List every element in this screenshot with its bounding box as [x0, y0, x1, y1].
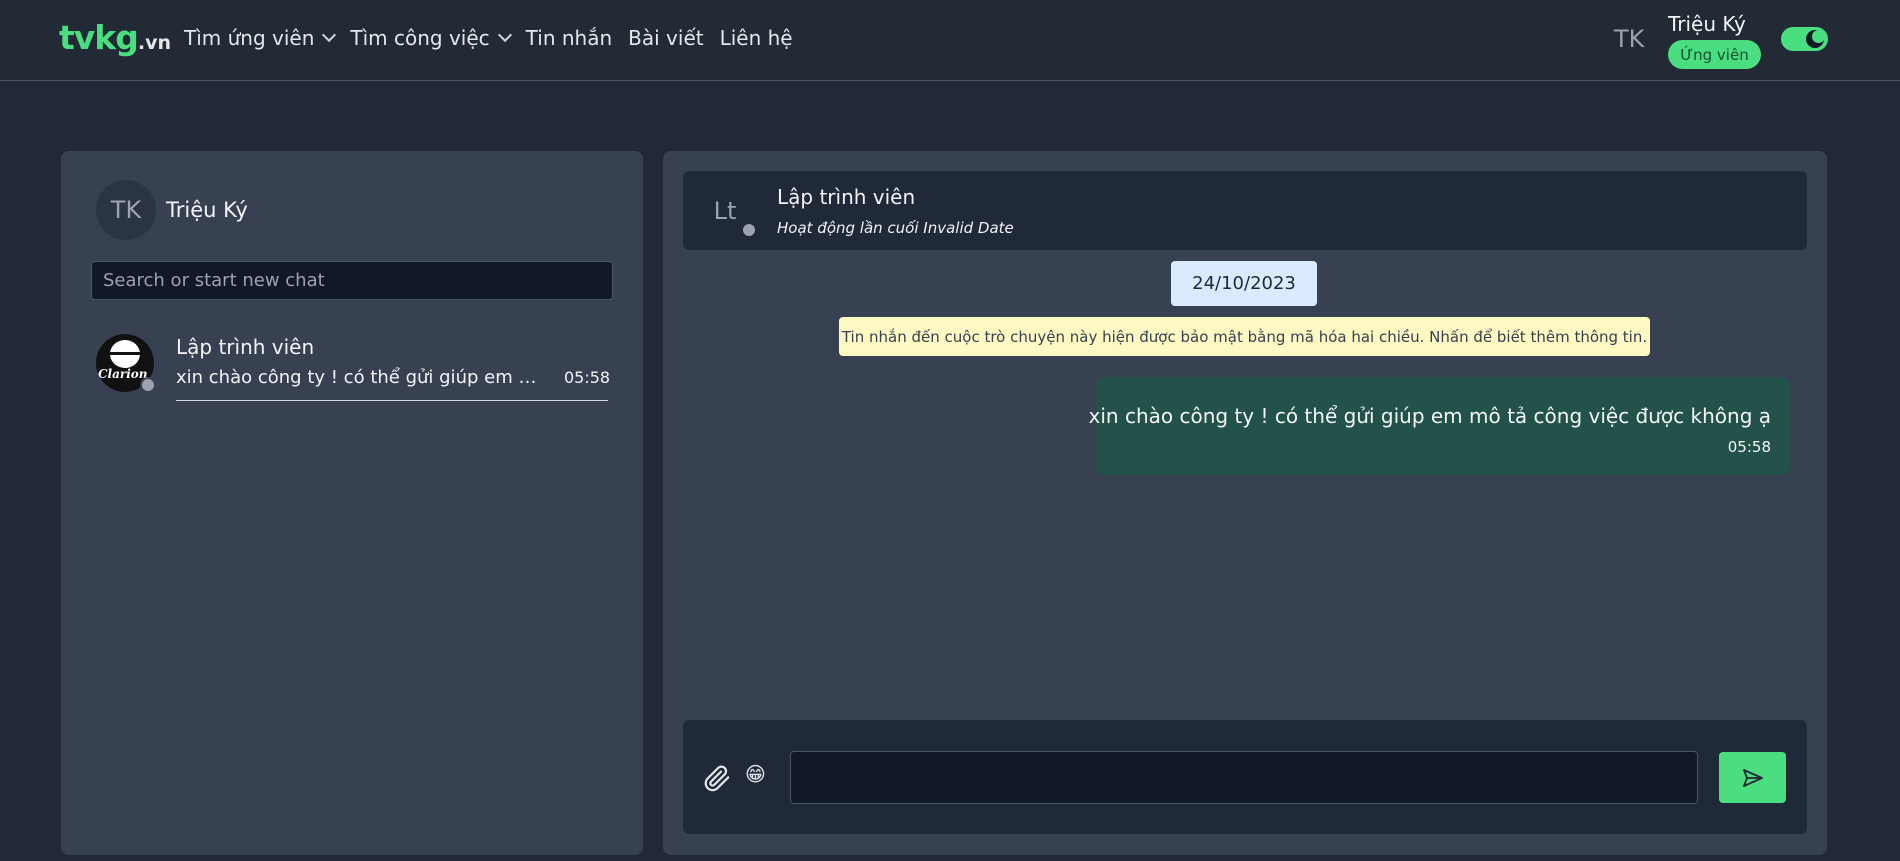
logo-tld: .vn [137, 32, 171, 54]
search-input[interactable] [91, 261, 613, 300]
offline-status-dot [741, 222, 757, 238]
chevron-down-icon [322, 27, 337, 43]
avatar-logo-text: Clarion [98, 367, 148, 381]
message-text: xin chào công ty ! có thể gửi giúp em mô… [1088, 404, 1771, 428]
nav-label: Tin nhắn [525, 26, 613, 50]
my-name: Triệu Ký [166, 198, 248, 222]
conversation-sidebar: TK Triệu Ký Clarion Lập trình viên xin c… [61, 151, 643, 855]
nav-contact[interactable]: Liên hệ [720, 26, 793, 50]
nav-label: Tìm ứng viên [184, 26, 315, 50]
user-role-badge: Ứng viên [1668, 40, 1761, 69]
nav-find-candidates[interactable]: Tìm ứng viên [184, 26, 337, 50]
user-avatar[interactable]: TK [1614, 25, 1644, 53]
send-button[interactable] [1719, 752, 1786, 803]
nav-find-jobs[interactable]: Tìm công việc [350, 26, 512, 50]
message-composer: 😁 [683, 720, 1807, 834]
peer-name: Lập trình viên [777, 185, 916, 209]
message-time: 05:58 [1727, 438, 1771, 456]
logo-main: tvkg [59, 18, 139, 57]
theme-toggle[interactable] [1781, 27, 1828, 51]
conversation-last-message: xin chào công ty ! có thể gửi giúp em mô… [176, 367, 551, 388]
chat-header: Lt Lập trình viên Hoạt động lần cuối Inv… [683, 171, 1807, 250]
paperclip-icon[interactable] [702, 762, 732, 794]
nav-label: Liên hệ [719, 26, 793, 50]
top-navbar: tvkg.vn Tìm ứng viên Tìm công việc Tin n… [0, 0, 1900, 81]
offline-status-dot [140, 377, 156, 393]
nav-label: Bài viết [628, 26, 704, 50]
chevron-down-icon [497, 27, 512, 43]
send-icon [1742, 768, 1763, 787]
user-name[interactable]: Triệu Ký [1668, 12, 1746, 36]
conversation-time: 05:58 [564, 368, 611, 387]
message-input[interactable] [790, 751, 1698, 804]
conversation-item[interactable]: Clarion Lập trình viên xin chào công ty … [96, 334, 611, 402]
conversation-name: Lập trình viên [176, 335, 315, 359]
encryption-notice[interactable]: Tin nhắn đến cuộc trò chuyện này hiện đư… [839, 317, 1650, 356]
nav-messages[interactable]: Tin nhắn [526, 26, 612, 50]
outgoing-message: xin chào công ty ! có thể gửi giúp em mô… [1089, 377, 1790, 475]
nav-label: Tìm công việc [350, 26, 490, 50]
peer-last-active: Hoạt động lần cuối Invalid Date [777, 219, 1014, 237]
date-separator: 24/10/2023 [1171, 261, 1317, 306]
divider [176, 400, 608, 401]
site-logo[interactable]: tvkg.vn [59, 18, 171, 57]
moon-icon [1806, 30, 1825, 48]
nav-posts[interactable]: Bài viết [628, 26, 703, 50]
chat-panel: Lt Lập trình viên Hoạt động lần cuối Inv… [663, 151, 1827, 855]
emoji-picker-icon[interactable]: 😁 [745, 764, 766, 784]
my-avatar: TK [96, 180, 156, 240]
main-nav: Tìm ứng viên Tìm công việc Tin nhắn Bài … [184, 26, 793, 50]
